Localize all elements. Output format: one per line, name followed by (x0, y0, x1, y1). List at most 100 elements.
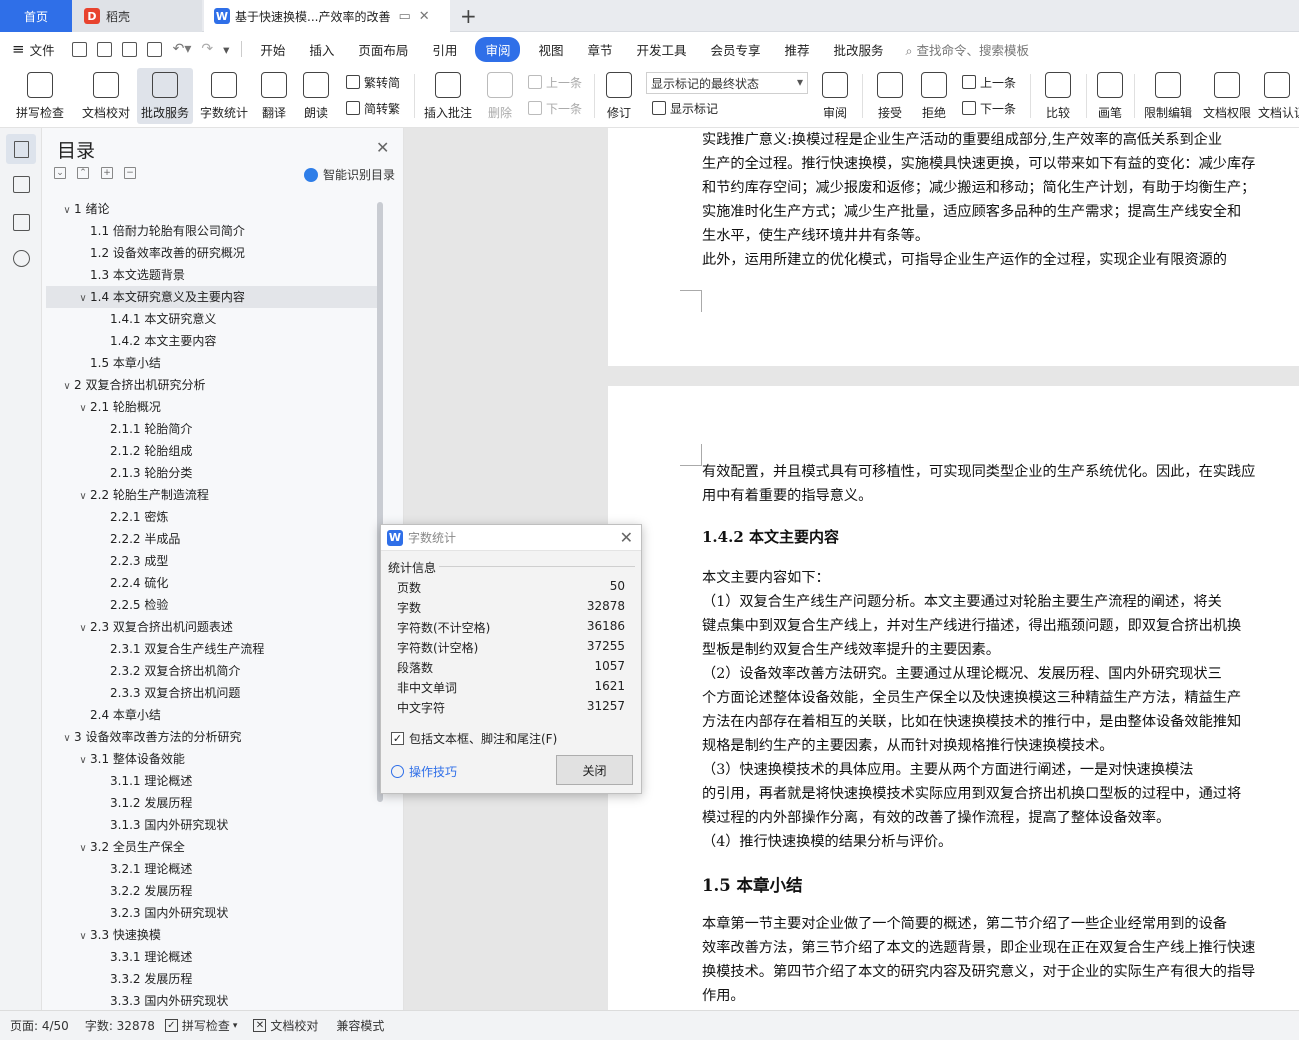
markup-display-select[interactable]: 显示标记的最终状态 (646, 72, 808, 94)
tab-home[interactable]: 首页 (0, 0, 72, 32)
chevron-down-icon[interactable]: ∨ (76, 288, 90, 310)
toc-item[interactable]: ∨ 1 绪论 (46, 198, 378, 220)
close-button[interactable]: 关闭 (556, 755, 633, 785)
file-menu[interactable]: ≡ 文件 (0, 40, 67, 59)
remove-level-icon[interactable]: − (124, 167, 136, 179)
toc-item[interactable]: 1.5 本章小结 (46, 352, 378, 374)
revise-button[interactable]: 修订 (600, 68, 638, 124)
toc-item[interactable]: ∨ 3.2 全员生产保全 (46, 836, 378, 858)
correct-service-button[interactable]: 批改服务 (137, 68, 193, 124)
undo-icon[interactable]: ↶▾ (173, 41, 192, 57)
toc-item[interactable]: 1.4.1 本文研究意义 (46, 308, 378, 330)
insert-comment-button[interactable]: 插入批注 (420, 68, 476, 124)
toc-item[interactable]: 2.1.1 轮胎简介 (46, 418, 378, 440)
document-page[interactable]: 实践推广意义:换模过程是企业生产活动的重要组成部分,生产效率的高低关系到企业 生产… (608, 128, 1299, 366)
menu-dev-tools[interactable]: 开发工具 (624, 40, 698, 59)
dialog-titlebar[interactable]: W 字数统计 (381, 525, 641, 551)
toc-item[interactable]: 1.3 本文选题背景 (46, 264, 378, 286)
add-level-icon[interactable]: + (101, 167, 113, 179)
doc-cert-button[interactable]: 文档认证 (1258, 68, 1299, 124)
toc-item[interactable]: 2.3.2 双复合挤出机简介 (46, 660, 378, 682)
menu-recommend[interactable]: 推荐 (773, 40, 822, 59)
word-count-button[interactable]: 字数统计 (196, 68, 252, 124)
tab-daoke[interactable]: D 稻壳 (72, 0, 202, 32)
toc-item[interactable]: 3.3.2 发展历程 (46, 968, 378, 990)
to-simplified-button[interactable]: 简转繁 (346, 98, 400, 118)
delete-comment-button[interactable]: 删除 (480, 68, 520, 124)
menu-page-layout[interactable]: 页面布局 (346, 40, 420, 59)
new-tab-button[interactable]: + (460, 4, 477, 28)
chevron-down-icon[interactable]: ∨ (76, 486, 90, 508)
toc-item[interactable]: ∨ 3 设备效率改善方法的分析研究 (46, 726, 378, 748)
toc-item[interactable]: 3.1.3 国内外研究现状 (46, 814, 378, 836)
toc-item[interactable]: ∨ 3.3 快速换模 (46, 924, 378, 946)
toc-item[interactable]: 2.3.1 双复合生产线生产流程 (46, 638, 378, 660)
to-traditional-button[interactable]: 繁转简 (346, 72, 400, 92)
toc-item[interactable]: 2.2.2 半成品 (46, 528, 378, 550)
prev-comment-button[interactable]: 上一条 (528, 72, 582, 92)
toc-item[interactable]: 3.3.3 国内外研究现状 (46, 990, 378, 1006)
chapter-nav-icon[interactable] (13, 176, 30, 193)
toc-item[interactable]: 2.1.3 轮胎分类 (46, 462, 378, 484)
toc-item[interactable]: 3.1.2 发展历程 (46, 792, 378, 814)
toc-item[interactable]: 3.3.1 理论概述 (46, 946, 378, 968)
toc-item[interactable]: 3.2.1 理论概述 (46, 858, 378, 880)
toc-item[interactable]: 3.2.3 国内外研究现状 (46, 902, 378, 924)
chevron-down-icon[interactable]: ∨ (76, 398, 90, 420)
chevron-down-icon[interactable]: ∨ (60, 376, 74, 398)
page-indicator[interactable]: 页面: 4/50 (10, 1017, 69, 1034)
next-comment-button[interactable]: 下一条 (528, 98, 582, 118)
translate-button[interactable]: 翻译 (254, 68, 294, 124)
restrict-edit-button[interactable]: 限制编辑 (1140, 68, 1196, 124)
prev-change-button[interactable]: 上一条 (962, 72, 1016, 92)
accept-button[interactable]: 接受 (870, 68, 910, 124)
compare-button[interactable]: 比较 (1038, 68, 1078, 124)
toc-panel-icon[interactable] (6, 134, 36, 164)
export-pdf-icon[interactable] (96, 41, 112, 57)
chevron-down-icon[interactable]: ∨ (76, 618, 90, 640)
reject-button[interactable]: 拒绝 (914, 68, 954, 124)
include-footnotes-checkbox[interactable]: ✓ 包括文本框、脚注和尾注(F) (391, 730, 557, 747)
toc-item[interactable]: ∨ 2.1 轮胎概况 (46, 396, 378, 418)
toc-item[interactable]: ∨ 2 双复合挤出机研究分析 (46, 374, 378, 396)
collapse-all-icon[interactable]: ⌄ (54, 167, 66, 179)
toc-item[interactable]: 2.2.1 密炼 (46, 506, 378, 528)
toc-item[interactable]: ∨ 2.2 轮胎生产制造流程 (46, 484, 378, 506)
toc-item[interactable]: 3.2.2 发展历程 (46, 880, 378, 902)
chevron-down-icon[interactable]: ∨ (60, 728, 74, 750)
doc-check-button[interactable]: 文档校对 (76, 68, 136, 124)
menu-member[interactable]: 会员专享 (699, 40, 773, 59)
find-icon[interactable] (13, 250, 30, 267)
toc-item[interactable]: 2.2.5 检验 (46, 594, 378, 616)
dialog-close-icon[interactable]: ✕ (620, 528, 633, 547)
tab-document[interactable]: W 基于快速换模...产效率的改善 ▭ ✕ (204, 0, 450, 32)
toc-item[interactable]: ∨ 1.4 本文研究意义及主要内容 (46, 286, 378, 308)
toc-item[interactable]: 1.4.2 本文主要内容 (46, 330, 378, 352)
expand-up-icon[interactable]: ⌃ (77, 167, 89, 179)
command-search[interactable]: ⌕ 查找命令、搜索模板 (906, 40, 1030, 59)
close-icon[interactable]: ✕ (376, 138, 389, 157)
menu-correct-service[interactable]: 批改服务 (822, 40, 896, 59)
menu-start[interactable]: 开始 (248, 40, 297, 59)
smart-toc-button[interactable]: 智能识别目录 (304, 166, 395, 183)
tab-pin-icon[interactable]: ▭ (398, 9, 410, 24)
toc-item[interactable]: ∨ 3.1 整体设备效能 (46, 748, 378, 770)
toc-item[interactable]: 1.2 设备效率改善的研究概况 (46, 242, 378, 264)
chevron-down-icon[interactable]: ∨ (76, 926, 90, 948)
toc-item[interactable]: 2.2.3 成型 (46, 550, 378, 572)
menu-insert[interactable]: 插入 (297, 40, 346, 59)
word-count-indicator[interactable]: 字数: 32878 (85, 1017, 155, 1034)
toc-item[interactable]: 1.1 倍耐力轮胎有限公司简介 (46, 220, 378, 242)
chevron-down-icon[interactable]: ∨ (76, 750, 90, 772)
toc-item[interactable]: 2.1.2 轮胎组成 (46, 440, 378, 462)
print-preview-icon[interactable] (146, 41, 162, 57)
menu-references[interactable]: 引用 (420, 40, 469, 59)
doc-permission-button[interactable]: 文档权限 (1199, 68, 1255, 124)
doc-check-status[interactable]: ✕ 文档校对 (253, 1017, 318, 1034)
print-icon[interactable] (121, 41, 137, 57)
save-icon[interactable] (71, 41, 87, 57)
menu-review[interactable]: 审阅 (475, 36, 521, 62)
toc-item[interactable]: 2.4 本章小结 (46, 704, 378, 726)
toc-item[interactable]: 2.3.3 双复合挤出机问题 (46, 682, 378, 704)
more-icon[interactable]: ▾ (223, 42, 229, 57)
